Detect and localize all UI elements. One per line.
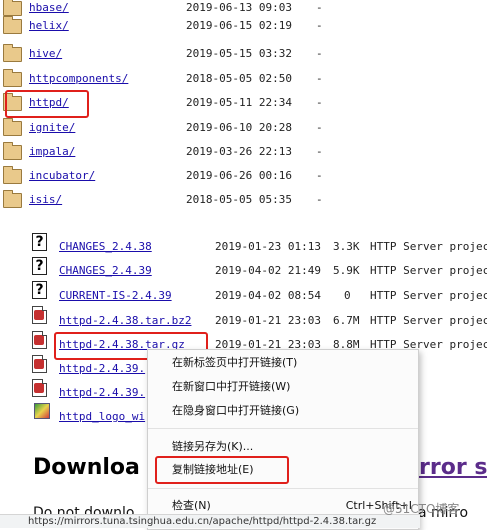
watermark: @51CTO博客 <box>383 502 460 516</box>
dir-link[interactable]: httpcomponents/ <box>29 72 128 85</box>
file-desc: HTTP Server projec <box>370 264 487 277</box>
dir-size: - <box>316 121 323 134</box>
menu-item-label: 链接另存为(K)... <box>172 440 254 453</box>
file-date: 2019-04-02 21:49 <box>215 264 321 277</box>
status-bar-url: https://mirrors.tuna.tsinghua.edu.cn/apa… <box>0 514 420 528</box>
archive-icon <box>32 355 47 373</box>
file-desc: HTTP Server projec <box>370 289 487 302</box>
dir-date: 2018-05-05 05:35 <box>186 193 292 206</box>
dir-date: 2019-06-10 20:28 <box>186 121 292 134</box>
dir-link[interactable]: helix/ <box>29 19 69 32</box>
menu-item-label: 在隐身窗口中打开链接(G) <box>172 404 300 417</box>
dir-size: - <box>316 19 323 32</box>
file-size: 0 <box>344 289 351 302</box>
dir-link[interactable]: impala/ <box>29 145 75 158</box>
folder-icon <box>3 69 22 87</box>
file-link[interactable]: httpd_logo_wi <box>59 410 145 423</box>
dir-size: - <box>316 1 323 14</box>
dir-date: 2019-03-26 22:13 <box>186 145 292 158</box>
dir-date: 2019-06-15 02:19 <box>186 19 292 32</box>
folder-icon <box>3 142 22 160</box>
dir-link-httpd[interactable]: httpd/ <box>29 96 69 109</box>
file-desc: HTTP Server projec <box>370 240 487 253</box>
dir-size: - <box>316 169 323 182</box>
menu-item-label: 在新窗口中打开链接(W) <box>172 380 291 393</box>
menu-item-open-incognito[interactable]: 在隐身窗口中打开链接(G) <box>148 400 418 422</box>
file-date: 2019-01-21 23:03 <box>215 314 321 327</box>
archive-icon <box>32 306 47 324</box>
dir-link[interactable]: ignite/ <box>29 121 75 134</box>
menu-item-open-new-window[interactable]: 在新窗口中打开链接(W) <box>148 376 418 398</box>
folder-icon <box>3 44 22 62</box>
menu-item-copy-link-address[interactable]: 复制链接地址(E) <box>148 459 418 481</box>
file-link[interactable]: CURRENT-IS-2.4.39 <box>59 289 172 302</box>
menu-divider <box>148 428 418 429</box>
dir-date: 2019-05-15 03:32 <box>186 47 292 60</box>
dir-size: - <box>316 72 323 85</box>
dir-link[interactable]: hbase/ <box>29 1 69 14</box>
context-menu: 在新标签页中打开链接(T) 在新窗口中打开链接(W) 在隐身窗口中打开链接(G)… <box>147 349 419 530</box>
file-size: 3.3K <box>333 240 360 253</box>
archive-icon <box>32 331 47 349</box>
dir-size: - <box>316 96 323 109</box>
menu-item-label: 在新标签页中打开链接(T) <box>172 356 298 369</box>
image-icon <box>34 403 50 419</box>
archive-icon <box>32 379 47 397</box>
file-size: 5.9K <box>333 264 360 277</box>
mirror-link[interactable]: rror si <box>419 455 487 480</box>
menu-item-open-new-tab[interactable]: 在新标签页中打开链接(T) <box>148 352 418 374</box>
folder-icon <box>3 190 22 208</box>
dir-date: 2019-06-26 00:16 <box>186 169 292 182</box>
dir-size: - <box>316 47 323 60</box>
dir-date: 2019-05-11 22:34 <box>186 96 292 109</box>
dir-size: - <box>316 145 323 158</box>
download-heading: Downloa <box>33 455 140 480</box>
folder-icon <box>3 166 22 184</box>
file-link[interactable]: httpd-2.4.39. <box>59 386 145 399</box>
folder-icon <box>3 93 22 111</box>
dir-link[interactable]: hive/ <box>29 47 62 60</box>
file-link[interactable]: httpd-2.4.38.tar.bz2 <box>59 314 191 327</box>
dir-date: 2019-06-13 09:03 <box>186 1 292 14</box>
file-size: 6.7M <box>333 314 360 327</box>
file-link[interactable]: httpd-2.4.39. <box>59 362 145 375</box>
question-icon: ? <box>32 233 47 251</box>
file-desc: HTTP Server projec <box>370 314 487 327</box>
menu-item-save-link-as[interactable]: 链接另存为(K)... <box>148 436 418 458</box>
menu-item-label: 检查(N) <box>172 499 211 512</box>
dir-link[interactable]: isis/ <box>29 193 62 206</box>
file-link[interactable]: CHANGES_2.4.39 <box>59 264 152 277</box>
file-date: 2019-01-23 01:13 <box>215 240 321 253</box>
dir-link[interactable]: incubator/ <box>29 169 95 182</box>
menu-item-label: 复制链接地址(E) <box>172 463 254 476</box>
dir-size: - <box>316 193 323 206</box>
file-date: 2019-04-02 08:54 <box>215 289 321 302</box>
dir-date: 2018-05-05 02:50 <box>186 72 292 85</box>
file-link[interactable]: CHANGES_2.4.38 <box>59 240 152 253</box>
question-icon: ? <box>32 281 47 299</box>
folder-icon <box>3 16 22 34</box>
question-icon: ? <box>32 257 47 275</box>
menu-divider <box>148 488 418 489</box>
folder-icon <box>3 118 22 136</box>
folder-icon <box>3 0 22 16</box>
